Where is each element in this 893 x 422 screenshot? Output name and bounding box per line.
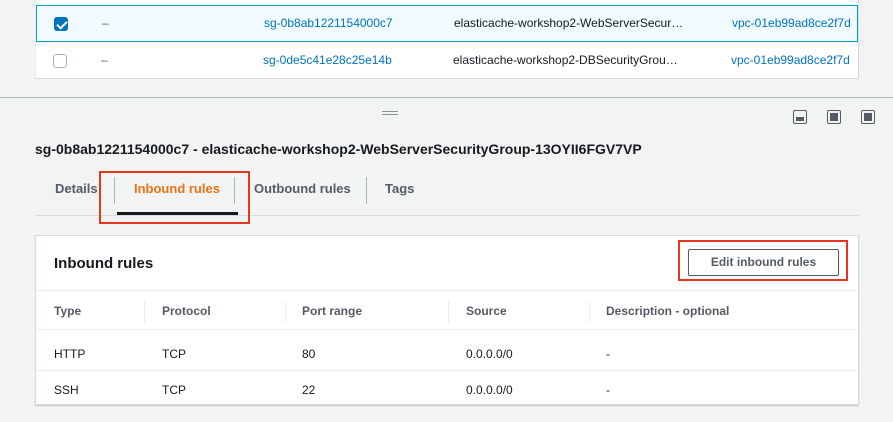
rule-description: -	[606, 347, 610, 361]
rule-type: HTTP	[54, 347, 86, 361]
column-divider	[285, 301, 286, 323]
panel-bottom-icon[interactable]	[793, 110, 807, 124]
column-header-protocol: Protocol	[162, 304, 211, 318]
tab-outbound-rules[interactable]: Outbound rules	[254, 176, 351, 216]
column-divider	[448, 301, 449, 323]
row-checkbox[interactable]	[53, 54, 67, 68]
column-header-type: Type	[54, 304, 82, 318]
column-header-source: Source	[466, 304, 507, 318]
table-row: SSH TCP 22 0.0.0.0/0 -	[36, 371, 858, 407]
rule-type: SSH	[54, 383, 79, 397]
column-header-port-range: Port range	[302, 304, 363, 318]
panel-title: Inbound rules	[54, 255, 154, 272]
tab-tags[interactable]: Tags	[385, 176, 414, 216]
panel-full-icon[interactable]	[861, 110, 875, 124]
table-row: HTTP TCP 80 0.0.0.0/0 -	[36, 335, 858, 371]
panel-side-icon[interactable]	[827, 110, 841, 124]
security-groups-table: – sg-0b8ab1221154000c7 elasticache-works…	[35, 0, 859, 79]
column-divider	[144, 301, 145, 323]
tab-divider	[366, 177, 367, 204]
vpc-id-link[interactable]: vpc-01eb99ad8ce2f7d	[731, 43, 859, 79]
rule-port-range: 80	[302, 347, 316, 361]
column-divider	[589, 301, 590, 323]
rule-source: 0.0.0.0/0	[466, 383, 513, 397]
rule-protocol: TCP	[162, 347, 186, 361]
highlight-box-inbound-tab	[99, 171, 250, 224]
highlight-box-edit-button	[678, 240, 848, 281]
panel-position-controls	[793, 110, 875, 124]
drag-handle-icon[interactable]	[382, 111, 398, 115]
table-row[interactable]: – sg-0de5c41e28c25e14b elasticache-works…	[36, 42, 858, 79]
rule-source: 0.0.0.0/0	[466, 347, 513, 361]
detail-title: sg-0b8ab1221154000c7 - elasticache-works…	[35, 141, 642, 157]
tab-details[interactable]: Details	[55, 176, 98, 216]
name-cell: –	[102, 16, 109, 30]
rule-port-range: 22	[302, 383, 316, 397]
group-name-cell: elasticache-workshop2-DBSecurityGrou…	[453, 53, 678, 67]
vpc-id-link[interactable]: vpc-01eb99ad8ce2f7d	[732, 6, 860, 41]
split-panel-divider[interactable]	[0, 97, 893, 98]
row-checkbox[interactable]	[54, 17, 68, 31]
group-id-link[interactable]: sg-0de5c41e28c25e14b	[263, 43, 433, 79]
rule-description: -	[606, 383, 610, 397]
table-row[interactable]: – sg-0b8ab1221154000c7 elasticache-works…	[36, 5, 858, 42]
group-id-link[interactable]: sg-0b8ab1221154000c7	[264, 6, 434, 41]
column-header-description: Description - optional	[606, 304, 730, 318]
rules-table-header: Type Protocol Port range Source Descript…	[36, 292, 858, 330]
name-cell: –	[101, 53, 108, 67]
group-name-cell: elasticache-workshop2-WebServerSecur…	[454, 16, 684, 30]
rule-protocol: TCP	[162, 383, 186, 397]
